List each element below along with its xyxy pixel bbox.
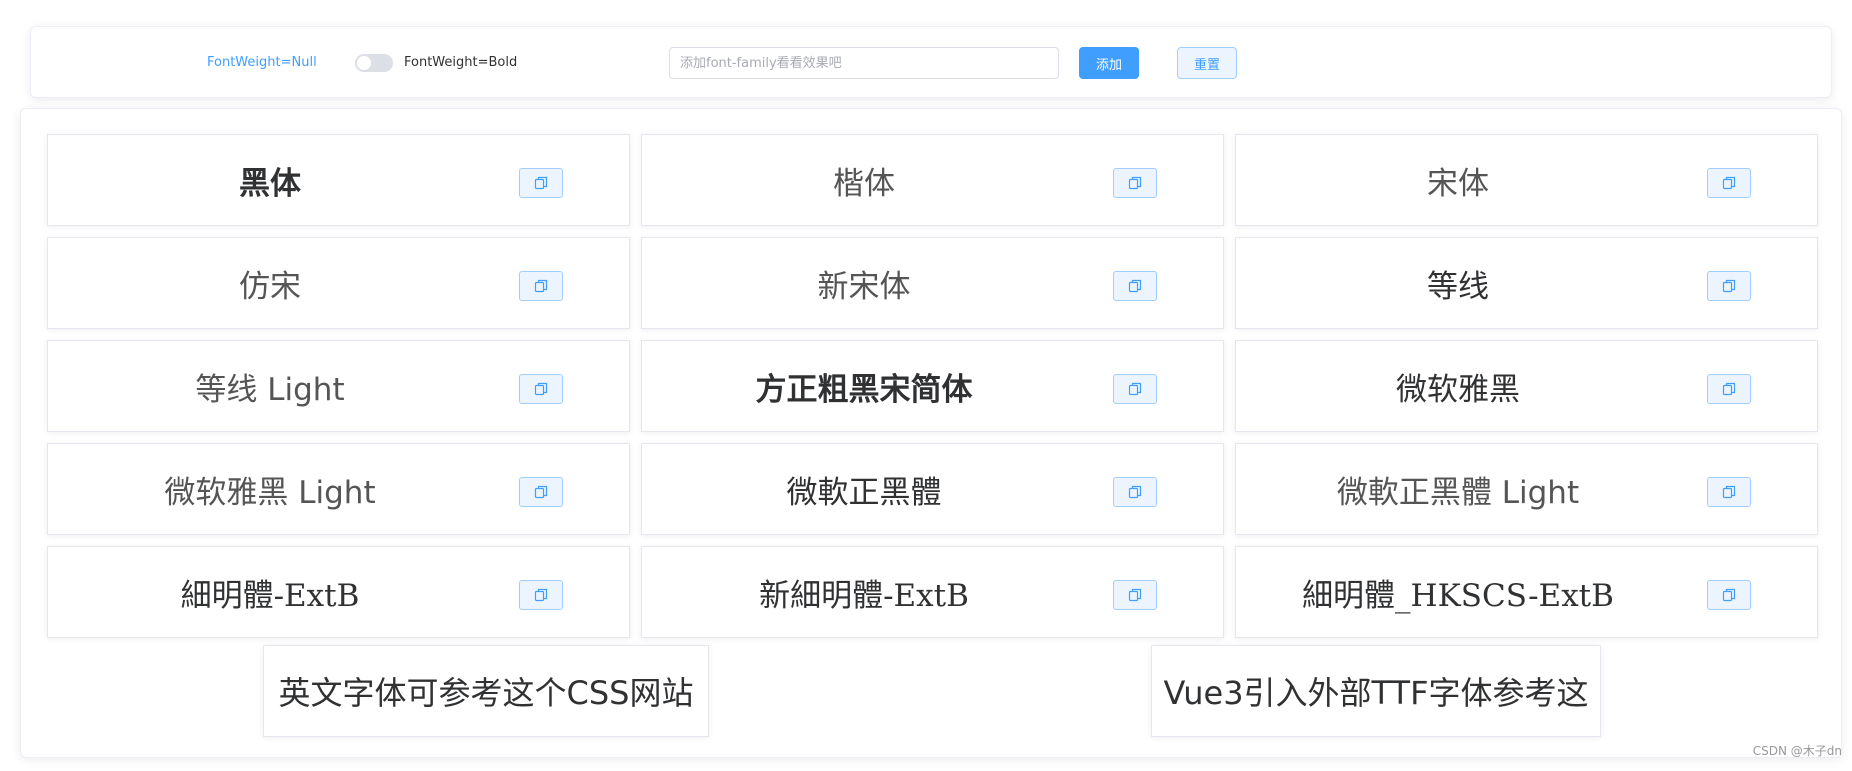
font-card-label: 方正粗黑宋简体 bbox=[755, 371, 973, 408]
font-card-label: 微軟正黑體 Light bbox=[1336, 474, 1580, 511]
add-button[interactable]: 添加 bbox=[1079, 47, 1139, 79]
copy-button[interactable] bbox=[519, 374, 563, 404]
font-card: 等线 Light bbox=[47, 340, 630, 432]
copy-button[interactable] bbox=[1113, 477, 1157, 507]
english-fonts-link[interactable]: 英文字体可参考这个CSS网站 bbox=[263, 645, 709, 737]
reset-button[interactable]: 重置 bbox=[1177, 47, 1237, 79]
font-card-label: 楷体 bbox=[833, 165, 895, 202]
copy-button[interactable] bbox=[1113, 271, 1157, 301]
font-card: 新細明體-ExtB bbox=[641, 546, 1224, 638]
font-card-label: 等线 bbox=[1427, 268, 1489, 305]
font-card: 微軟正黑體 Light bbox=[1235, 443, 1818, 535]
copy-icon bbox=[534, 279, 548, 293]
copy-icon bbox=[534, 485, 548, 499]
font-card-label: 微软雅黑 Light bbox=[164, 474, 376, 511]
copy-button[interactable] bbox=[519, 271, 563, 301]
copy-icon bbox=[1128, 382, 1142, 396]
copy-icon bbox=[1128, 279, 1142, 293]
fontweight-bold-label: FontWeight=Bold bbox=[404, 55, 518, 70]
copy-button[interactable] bbox=[1707, 477, 1751, 507]
copy-icon bbox=[1128, 588, 1142, 602]
copy-button[interactable] bbox=[1707, 168, 1751, 198]
copy-icon bbox=[1722, 279, 1736, 293]
copy-button[interactable] bbox=[1707, 374, 1751, 404]
font-card: 宋体 bbox=[1235, 134, 1818, 226]
font-card: 仿宋 bbox=[47, 237, 630, 329]
copy-button[interactable] bbox=[1113, 374, 1157, 404]
copy-icon bbox=[534, 176, 548, 190]
font-card-label: 微软雅黑 bbox=[1396, 371, 1520, 408]
copy-button[interactable] bbox=[519, 168, 563, 198]
fontweight-null-label: FontWeight=Null bbox=[207, 55, 317, 70]
font-family-input[interactable] bbox=[669, 47, 1059, 79]
toggle-knob bbox=[357, 56, 371, 70]
watermark: CSDN @木子dn bbox=[1752, 744, 1842, 758]
font-card-label: 細明體_HKSCS-ExtB bbox=[1302, 577, 1614, 614]
vue3-ttf-link[interactable]: Vue3引入外部TTF字体参考这 bbox=[1151, 645, 1601, 737]
font-card-label: 微軟正黑體 bbox=[786, 474, 942, 511]
font-card: 新宋体 bbox=[641, 237, 1224, 329]
font-card: 微软雅黑 Light bbox=[47, 443, 630, 535]
copy-icon bbox=[1128, 485, 1142, 499]
copy-icon bbox=[1722, 485, 1736, 499]
copy-button[interactable] bbox=[519, 477, 563, 507]
font-grid: 黑体 楷体 宋体仿宋 新宋体 等线等线 Light 方正粗黑宋简体 微软雅黑微软雅黑 Lig… bbox=[47, 134, 1818, 638]
copy-icon bbox=[1722, 176, 1736, 190]
copy-icon bbox=[534, 382, 548, 396]
font-card-label: 宋体 bbox=[1427, 165, 1489, 202]
font-card: 微軟正黑體 bbox=[641, 443, 1224, 535]
font-card: 微软雅黑 bbox=[1235, 340, 1818, 432]
font-card-label: 細明體-ExtB bbox=[180, 577, 360, 614]
font-card: 細明體_HKSCS-ExtB bbox=[1235, 546, 1818, 638]
copy-button[interactable] bbox=[519, 580, 563, 610]
copy-button[interactable] bbox=[1113, 580, 1157, 610]
font-card-label: 新細明體-ExtB bbox=[759, 577, 969, 614]
control-bar: FontWeight=Null FontWeight=Bold 添加 重置 bbox=[30, 26, 1832, 98]
copy-icon bbox=[534, 588, 548, 602]
font-card-label: 新宋体 bbox=[817, 268, 911, 305]
fontweight-toggle[interactable] bbox=[355, 54, 393, 72]
font-card: 細明體-ExtB bbox=[47, 546, 630, 638]
copy-button[interactable] bbox=[1707, 580, 1751, 610]
copy-icon bbox=[1722, 382, 1736, 396]
font-card: 方正粗黑宋简体 bbox=[641, 340, 1224, 432]
copy-icon bbox=[1128, 176, 1142, 190]
font-card: 黑体 bbox=[47, 134, 630, 226]
copy-button[interactable] bbox=[1707, 271, 1751, 301]
copy-button[interactable] bbox=[1113, 168, 1157, 198]
font-card-label: 仿宋 bbox=[239, 268, 301, 305]
font-card-label: 等线 Light bbox=[195, 371, 345, 408]
font-card: 等线 bbox=[1235, 237, 1818, 329]
font-card-label: 黑体 bbox=[239, 165, 301, 202]
font-card: 楷体 bbox=[641, 134, 1224, 226]
copy-icon bbox=[1722, 588, 1736, 602]
